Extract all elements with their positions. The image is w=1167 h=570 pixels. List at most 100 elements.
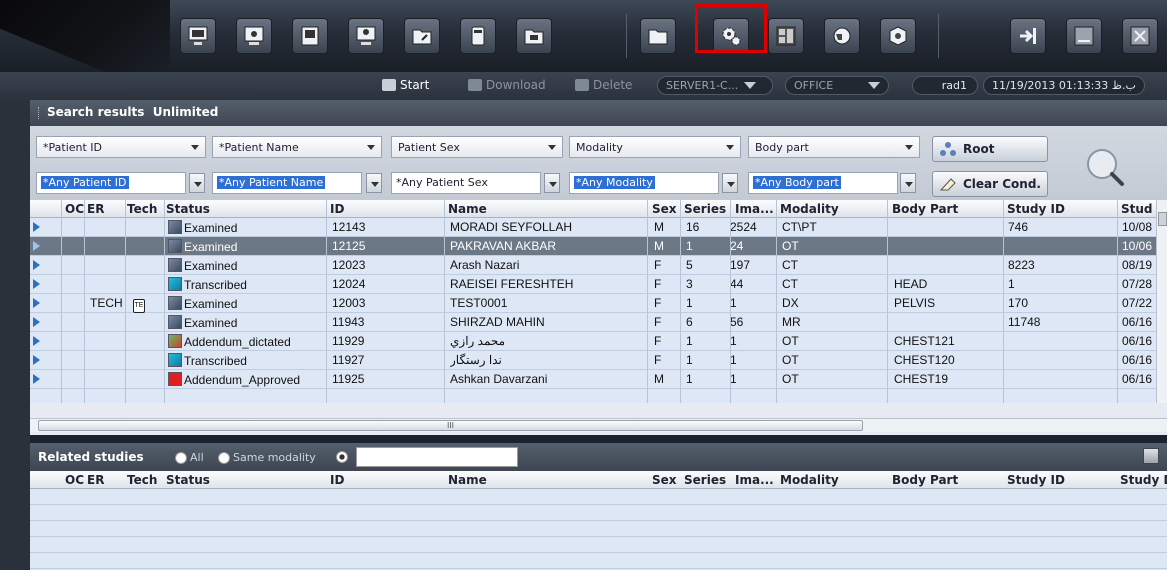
cell-modality: CT\PT (782, 220, 817, 234)
status-text: Addendum_Approved (184, 373, 301, 387)
patient-id-field-select[interactable]: *Patient ID (36, 136, 206, 158)
grid-horizontal-scrollbar[interactable]: III (30, 418, 1167, 432)
delete-button[interactable]: Delete (575, 78, 632, 92)
cell-id: 12023 (332, 258, 366, 272)
col-images[interactable]: Ima... (735, 202, 774, 216)
modality-field-select[interactable]: Modality (569, 136, 741, 158)
col-sex[interactable]: Sex (652, 202, 677, 216)
table-row[interactable]: Examined 12143 MORADI SEYFOLLAH M 16 2524 CT\P… (30, 218, 1156, 237)
col-name[interactable]: Name (448, 202, 487, 216)
table-row[interactable]: Addendum_dictated 11929 محمد رازي F 1 1 OT CHES… (30, 332, 1156, 351)
patient-id-dropdown[interactable] (189, 173, 205, 193)
start-button[interactable]: Start (382, 78, 429, 92)
col-sex[interactable]: Sex (652, 473, 677, 487)
cell-status: Examined (168, 220, 328, 235)
monitor-icon[interactable] (236, 18, 272, 54)
package-icon[interactable] (880, 18, 916, 54)
cell-status: Addendum_dictated (168, 334, 328, 349)
radio-all[interactable]: All (175, 451, 204, 464)
network-globe-icon[interactable] (824, 18, 860, 54)
root-button[interactable]: Root (932, 136, 1048, 162)
close-icon[interactable] (1122, 18, 1158, 54)
user-monitor-icon[interactable] (348, 18, 384, 54)
patient-name-input[interactable]: *Any Patient Name (212, 172, 362, 194)
col-modality[interactable]: Modality (780, 202, 839, 216)
minimize-icon[interactable] (1066, 18, 1102, 54)
col-study-date[interactable]: Stud (1121, 202, 1153, 216)
col-modality[interactable]: Modality (780, 473, 839, 487)
col-er[interactable]: ER (87, 202, 104, 216)
cell-id: 11925 (332, 372, 365, 386)
workstation-icon[interactable] (180, 18, 216, 54)
logout-icon[interactable] (1010, 18, 1046, 54)
radio-same-modality[interactable]: Same modality (218, 451, 316, 464)
patient-sex-dropdown[interactable] (544, 173, 560, 193)
col-id[interactable]: ID (330, 473, 344, 487)
layout-icon[interactable] (768, 18, 804, 54)
col-study-id[interactable]: Study ID (1007, 202, 1065, 216)
cell-id: 11943 (332, 315, 365, 329)
print-icon[interactable] (292, 18, 328, 54)
cell-status: Examined (168, 258, 328, 273)
col-images[interactable]: Ima... (735, 473, 774, 487)
export-folder-icon[interactable] (516, 18, 552, 54)
table-row[interactable]: TECH TE Examined 12003 TEST0001 F 1 1 DX PELVIS 17… (30, 294, 1156, 313)
table-row[interactable]: Examined 12023 Arash Nazari F 5 197 CT 8223 08/1… (30, 256, 1156, 275)
patient-sex-input[interactable]: *Any Patient Sex (391, 172, 541, 194)
body-part-field-select[interactable]: Body part (748, 136, 920, 158)
grid-vertical-scrollbar[interactable] (1156, 200, 1167, 403)
panel-toggle-icon[interactable] (1143, 448, 1159, 464)
col-study-id[interactable]: Study ID (1007, 473, 1065, 487)
table-row[interactable]: Examined 12125 PAKRAVAN AKBAR M 1 24 OT 10/06 (30, 237, 1156, 256)
cell-tech: TE (133, 296, 145, 313)
col-body-part[interactable]: Body Part (892, 202, 958, 216)
col-oc[interactable]: OC (65, 202, 84, 216)
main-toolbar (0, 0, 1167, 72)
patient-name-field-select[interactable]: *Patient Name (212, 136, 382, 158)
col-body-part[interactable]: Body Part (892, 473, 958, 487)
open-folder-icon[interactable] (640, 18, 676, 54)
patient-sex-field-select[interactable]: Patient Sex (391, 136, 563, 158)
body-part-input[interactable]: *Any Body part (748, 172, 898, 194)
body-part-dropdown[interactable] (900, 173, 916, 193)
clear-conditions-button[interactable]: Clear Cond. (932, 171, 1048, 197)
cell-series: 16 (686, 220, 700, 234)
col-series[interactable]: Series (684, 473, 726, 487)
datetime-display: 11/19/2013 01:13:33 ب.ظ (983, 76, 1145, 95)
table-row[interactable]: Examined 11943 SHIRZAD MAHIN F 6 56 MR 11748 06/… (30, 313, 1156, 332)
cell-images: 1 (730, 353, 737, 367)
table-row[interactable]: Transcribed 12024 RAEISEI FERESHTEH F 3 44 CT H… (30, 275, 1156, 294)
cell-study-date: 08/19 (1122, 258, 1153, 272)
import-folder-icon[interactable] (404, 18, 440, 54)
grid-column-divider (887, 200, 888, 403)
location-select[interactable]: OFFICE (785, 76, 889, 95)
col-tech[interactable]: Tech (127, 473, 157, 487)
patient-name-dropdown[interactable] (366, 173, 382, 193)
search-icon[interactable] (1080, 144, 1132, 196)
empty-row (30, 505, 1167, 521)
radio-custom[interactable] (336, 451, 348, 463)
empty-row (30, 537, 1167, 553)
cell-name: Ashkan Davarzani (450, 372, 548, 386)
server-select[interactable]: SERVER1-C... (657, 76, 773, 95)
col-er[interactable]: ER (87, 473, 104, 487)
related-filter-input[interactable] (356, 447, 518, 467)
burn-disc-icon[interactable] (460, 18, 496, 54)
col-oc[interactable]: OC (65, 473, 84, 487)
col-name[interactable]: Name (448, 473, 487, 487)
col-study-date[interactable]: Study D (1120, 473, 1167, 487)
col-id[interactable]: ID (330, 202, 344, 216)
patient-id-input[interactable]: *Any Patient ID (36, 172, 186, 194)
download-button[interactable]: Download (468, 78, 546, 92)
table-row[interactable]: Addendum_Approved 11925 Ashkan Davarzani M 1… (30, 370, 1156, 389)
modality-input[interactable]: *Any Modality (569, 172, 719, 194)
row-pointer-icon (33, 260, 40, 270)
col-tech[interactable]: Tech (127, 202, 157, 216)
modality-dropdown[interactable] (722, 173, 738, 193)
col-status[interactable]: Status (166, 202, 210, 216)
col-status[interactable]: Status (166, 473, 210, 487)
table-row[interactable]: Transcribed 11927 ندا رستگار F 1 1 OT CHEST120 0… (30, 351, 1156, 370)
col-series[interactable]: Series (684, 202, 726, 216)
scroll-thumb[interactable] (1158, 212, 1167, 226)
scroll-thumb[interactable]: III (38, 420, 863, 431)
